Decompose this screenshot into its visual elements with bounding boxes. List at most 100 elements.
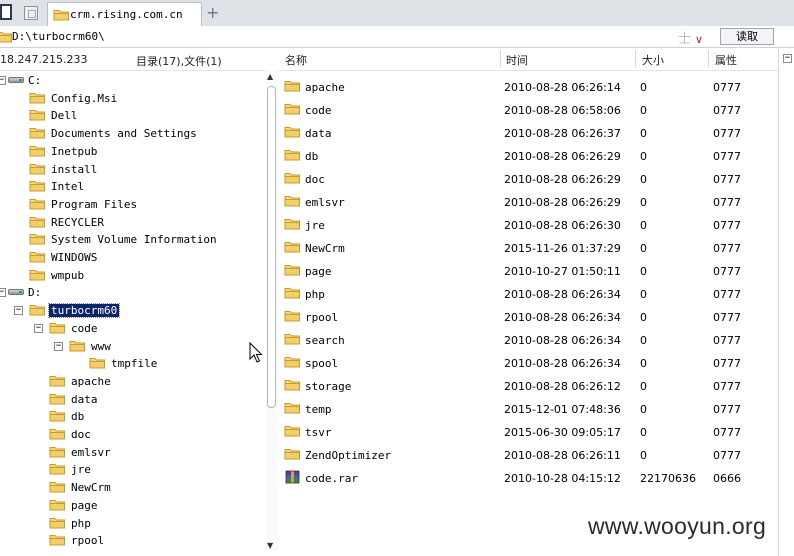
chevron-down-icon[interactable]: ∨	[695, 33, 703, 46]
folder-icon	[29, 144, 46, 157]
new-window-icon[interactable]	[24, 6, 38, 20]
folder-icon	[49, 462, 66, 475]
file-size: 0	[640, 311, 647, 324]
file-size: 0	[640, 403, 647, 416]
file-name: code	[305, 104, 332, 117]
column-attr[interactable]: 属性	[715, 52, 737, 68]
file-size: 0	[640, 127, 647, 140]
tree-folder-label: Program Files	[51, 197, 138, 211]
folder-icon	[284, 286, 301, 299]
file-size: 0	[640, 449, 647, 462]
path-input[interactable]: D:\turbocrm60\	[12, 30, 105, 43]
column-time[interactable]: 时间	[506, 52, 528, 68]
file-attr: 0777	[713, 334, 741, 347]
folder-icon	[49, 445, 66, 458]
folder-icon	[29, 197, 46, 210]
file-name: NewCrm	[305, 242, 345, 255]
file-attr: 0777	[713, 403, 741, 416]
window-icon[interactable]	[0, 4, 12, 20]
read-button[interactable]: 读取	[720, 28, 774, 45]
column-size[interactable]: 大小	[642, 52, 664, 68]
collapse-icon[interactable]: −	[34, 323, 43, 333]
file-time: 2010-08-28 06:26:37	[504, 127, 621, 140]
file-name: code.rar	[305, 472, 358, 485]
column-divider[interactable]	[635, 50, 636, 67]
file-attr: 0777	[713, 357, 741, 370]
column-divider[interactable]	[708, 50, 709, 67]
file-row[interactable]: search 2010-08-28 06:26:34 0 0777	[280, 327, 780, 350]
folder-icon	[284, 171, 301, 184]
folder-icon	[49, 516, 66, 529]
file-row[interactable]: ZendOptimizer 2010-08-28 06:26:11 0 0777	[280, 442, 780, 465]
file-time: 2015-12-01 07:48:36	[504, 403, 621, 416]
file-row[interactable]: code.rar 2010-10-28 04:15:12 22170636 0666	[280, 465, 780, 488]
folder-icon	[49, 321, 66, 334]
file-size: 0	[640, 81, 647, 94]
folder-icon	[29, 232, 46, 245]
address-tools[interactable]: 士 ∨	[678, 28, 703, 47]
file-row[interactable]: NewCrm 2015-11-26 01:37:29 0 0777	[280, 235, 780, 258]
file-name: spool	[305, 357, 339, 370]
file-time: 2010-08-28 06:26:29	[504, 150, 621, 163]
add-tab-icon[interactable]: +	[206, 3, 219, 22]
column-divider[interactable]	[500, 50, 501, 67]
folder-icon	[29, 126, 46, 139]
folder-icon	[284, 240, 301, 253]
scroll-thumb[interactable]	[267, 86, 276, 408]
tree-scrollbar[interactable]: ▲ ▼	[266, 70, 278, 550]
file-size: 0	[640, 196, 647, 209]
file-name: apache	[305, 81, 345, 94]
file-attr: 0777	[713, 173, 741, 186]
collapse-icon[interactable]: −	[0, 76, 6, 85]
file-name: jre	[305, 219, 325, 232]
address-bar: D:\turbocrm60\ 士 ∨ 读取	[0, 26, 794, 48]
file-row[interactable]: doc 2010-08-28 06:26:29 0 0777	[280, 166, 780, 189]
file-row[interactable]: page 2010-10-27 01:50:11 0 0777	[280, 258, 780, 281]
column-header: 名称 时间 大小 属性	[278, 48, 778, 71]
scroll-down-icon[interactable]: ▼	[267, 541, 273, 550]
file-row[interactable]: spool 2010-08-28 06:26:34 0 0777	[280, 350, 780, 373]
side-pane: −	[778, 48, 794, 556]
file-attr: 0777	[713, 127, 741, 140]
tree-folder-label: doc	[71, 428, 91, 441]
collapse-icon[interactable]: −	[783, 54, 792, 63]
file-row[interactable]: php 2010-08-28 06:26:34 0 0777	[280, 281, 780, 304]
file-time: 2010-08-28 06:26:34	[504, 288, 621, 301]
file-row[interactable]: tsvr 2015-06-30 09:05:17 0 0777	[280, 419, 780, 442]
file-row[interactable]: emlsvr 2010-08-28 06:26:29 0 0777	[280, 189, 780, 212]
file-name: search	[305, 334, 345, 347]
file-size: 0	[640, 150, 647, 163]
folder-icon	[49, 392, 66, 405]
file-time: 2010-08-28 06:26:34	[504, 334, 621, 347]
address-tool-icon[interactable]: 士	[678, 32, 691, 47]
file-attr: 0777	[713, 150, 741, 163]
file-row[interactable]: temp 2015-12-01 07:48:36 0 0777	[280, 396, 780, 419]
collapse-icon[interactable]: −	[14, 306, 23, 316]
file-row[interactable]: data 2010-08-28 06:26:37 0 0777	[280, 120, 780, 143]
file-row[interactable]: db 2010-08-28 06:26:29 0 0777	[280, 143, 780, 166]
file-row[interactable]: code 2010-08-28 06:58:06 0 0777	[280, 97, 780, 120]
file-row[interactable]: rpool 2010-08-28 06:26:34 0 0777	[280, 304, 780, 327]
file-time: 2010-08-28 06:26:11	[504, 449, 621, 462]
hard-drive-icon	[8, 75, 24, 84]
file-row[interactable]: jre 2010-08-28 06:26:30 0 0777	[280, 212, 780, 235]
tree-folder-label: emlsvr	[71, 445, 111, 459]
tab-crm[interactable]: crm.rising.com.cn	[47, 2, 202, 26]
collapse-icon[interactable]: −	[54, 341, 63, 351]
file-name: storage	[305, 380, 352, 393]
folder-icon	[284, 79, 301, 92]
tree-folder-label: wmpub	[51, 268, 85, 282]
collapse-icon[interactable]: −	[0, 288, 6, 298]
file-row[interactable]: storage 2010-08-28 06:26:12 0 0777	[280, 373, 780, 396]
file-row[interactable]: apache 2010-08-28 06:26:14 0 0777	[280, 74, 780, 97]
tree-folder-label: php	[71, 516, 91, 530]
file-time: 2010-08-28 06:26:30	[504, 219, 621, 232]
scroll-up-icon[interactable]: ▲	[267, 72, 273, 81]
column-name[interactable]: 名称	[285, 52, 307, 68]
file-name: db	[305, 150, 319, 163]
file-time: 2010-08-28 06:26:14	[504, 81, 621, 94]
tree-folder-label: db	[71, 410, 85, 424]
tree-folder-label: Inetpub	[51, 144, 98, 158]
file-attr: 0777	[713, 288, 741, 301]
item-count: 目录(17),文件(1)	[136, 55, 222, 68]
